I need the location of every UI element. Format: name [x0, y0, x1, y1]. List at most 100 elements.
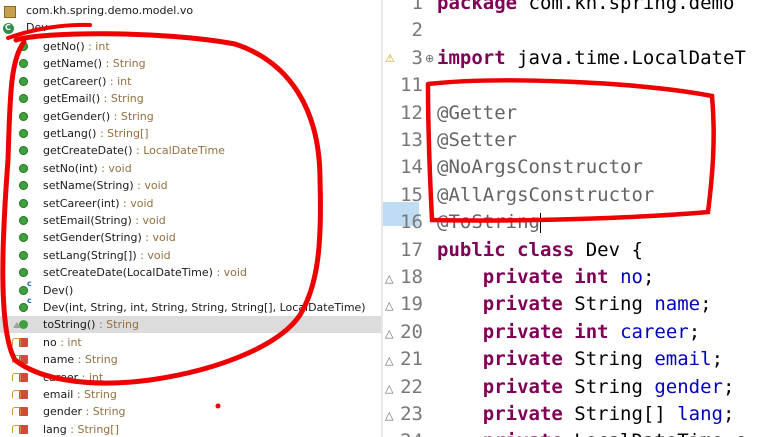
code-token: Dev { [574, 238, 643, 261]
member-name: getCreateDate() [43, 144, 133, 158]
code-line[interactable]: private LocalDateTime c [437, 428, 746, 437]
code-line[interactable]: private int no; [437, 264, 655, 291]
code-line[interactable]: import java.time.LocalDateT [437, 45, 746, 72]
outline-method-row[interactable]: getLang() : String[] [0, 125, 381, 142]
code-line[interactable]: private int career; [437, 319, 700, 346]
line-number: 11 [400, 74, 423, 97]
member-label: name : String [43, 351, 118, 368]
code-line[interactable]: @AllArgsConstructor [437, 182, 654, 209]
warning-icon[interactable]: △ [385, 354, 393, 367]
outline-method-row[interactable]: getName() : String [0, 55, 381, 72]
outline-method-row[interactable]: getNo() : int [0, 38, 381, 55]
member-type: : void [97, 161, 132, 175]
annotation-token: @Setter [437, 129, 518, 151]
outline-field-row[interactable]: name : String [0, 351, 381, 368]
outline-method-row[interactable]: getCareer() : int [0, 73, 381, 90]
member-type: : String [95, 318, 139, 332]
keyword-token: private int [482, 266, 609, 288]
code-line[interactable]: private String name; [437, 291, 712, 318]
code-line[interactable]: @Getter [437, 100, 517, 127]
outline-field-row[interactable]: email : String [0, 386, 381, 403]
outline-method-row[interactable]: getCreateDate() : LocalDateTime [0, 142, 381, 159]
keyword-token: public class [437, 238, 575, 261]
member-label: setCreateDate(LocalDateTime) : void [43, 264, 247, 281]
outline-field-row[interactable]: lang : String[] [0, 421, 381, 437]
code-token: String [562, 293, 655, 316]
import-warning-icon[interactable]: ⚠ [385, 52, 395, 65]
member-name: gender [43, 405, 82, 419]
code-line[interactable]: private String[] lang; [437, 401, 735, 428]
public-method-icon [19, 59, 28, 69]
code-line[interactable]: package com.kh.spring.demo [437, 0, 734, 17]
outline-field-row[interactable]: no : int [0, 334, 381, 351]
outline-method-row[interactable]: setGender(String) : void [0, 229, 381, 246]
outline-field-row[interactable]: career : int [0, 369, 381, 386]
outline-field-row[interactable]: gender : String [0, 403, 381, 420]
code-token: com.kh.spring.demo [517, 0, 735, 14]
code-editor[interactable]: 1 package com.kh.spring.demo 2 3 ⚠ ⊕ import ja… [383, 0, 771, 437]
fold-expand-icon[interactable]: ⊕ [425, 52, 434, 65]
outline-method-row[interactable]: setCareer(int) : void [0, 195, 381, 212]
private-field-icon [12, 390, 28, 399]
class-name: Dev [26, 21, 48, 34]
member-label: Dev(int, String, int, String, String, St… [43, 299, 366, 316]
outline-method-row[interactable]: setName(String) : void [0, 177, 381, 194]
member-name: getName() [43, 57, 103, 71]
keyword-token: private int [482, 320, 609, 343]
public-method-icon [19, 250, 28, 260]
constructor-icon [19, 297, 32, 312]
member-name: toString() [43, 318, 96, 332]
warning-icon[interactable]: △ [385, 327, 393, 340]
outline-method-row[interactable]: getGender() : String [0, 108, 381, 125]
code-line[interactable]: @ToString [437, 209, 541, 236]
outline-method-row[interactable]: setLang(String[]) : void [0, 247, 381, 264]
member-type: : void [131, 214, 166, 227]
public-method-icon [19, 42, 28, 51]
code-line[interactable]: private String email; [437, 346, 723, 373]
private-field-icon [12, 337, 28, 347]
public-method-icon [19, 268, 28, 278]
member-type: : void [212, 266, 247, 280]
member-type: : String [82, 405, 126, 419]
outline-method-row[interactable]: getEmail() : String [0, 90, 381, 107]
warning-icon[interactable]: △ [385, 272, 393, 285]
annotation-token: @Getter [437, 101, 518, 124]
outline-method-row[interactable]: setCreateDate(LocalDateTime) : void [0, 264, 381, 281]
member-name: getCareer() [43, 74, 107, 88]
member-type: : String [74, 353, 118, 367]
member-type: : String[] [66, 422, 119, 436]
code-line[interactable]: public class Dev { [437, 237, 643, 264]
member-label: toString() : String [43, 316, 139, 333]
member-label: setNo(int) : void [43, 160, 132, 177]
public-method-icon [19, 181, 28, 191]
member-label: career : int [43, 369, 103, 386]
code-line[interactable]: @Setter [437, 127, 517, 154]
public-method-icon [19, 216, 28, 225]
outline-method-row[interactable]: Dev(int, String, int, String, String, St… [0, 297, 381, 316]
outline-method-row[interactable]: Dev() [0, 280, 381, 299]
warning-icon[interactable]: △ [385, 409, 393, 422]
private-field-icon [12, 424, 28, 434]
member-type: : void [141, 231, 176, 245]
code-line[interactable]: @NoArgsConstructor [437, 154, 643, 181]
member-label: setLang(String[]) : void [43, 247, 171, 264]
annotation-token: @AllArgsConstructor [437, 183, 655, 206]
public-method-icon [19, 146, 28, 156]
member-name: setNo(int) [43, 161, 98, 175]
package-name: com.kh.spring.demo.model.vo [26, 4, 194, 17]
outline-method-row[interactable]: setNo(int) : void [0, 160, 381, 177]
member-label: getGender() : String [43, 108, 154, 125]
outline-method-row[interactable]: toString() : String [0, 316, 381, 334]
outline-method-row[interactable]: setEmail(String) : void [0, 212, 381, 229]
public-method-icon [19, 94, 28, 104]
member-name: setGender(String) [43, 231, 142, 245]
warning-icon[interactable]: △ [385, 299, 393, 312]
member-label: getName() : String [43, 55, 146, 72]
line-number: 15 [400, 183, 423, 206]
code-line[interactable]: private String gender; [437, 374, 735, 401]
warning-icon[interactable]: △ [385, 382, 393, 395]
private-field-icon [12, 407, 28, 417]
